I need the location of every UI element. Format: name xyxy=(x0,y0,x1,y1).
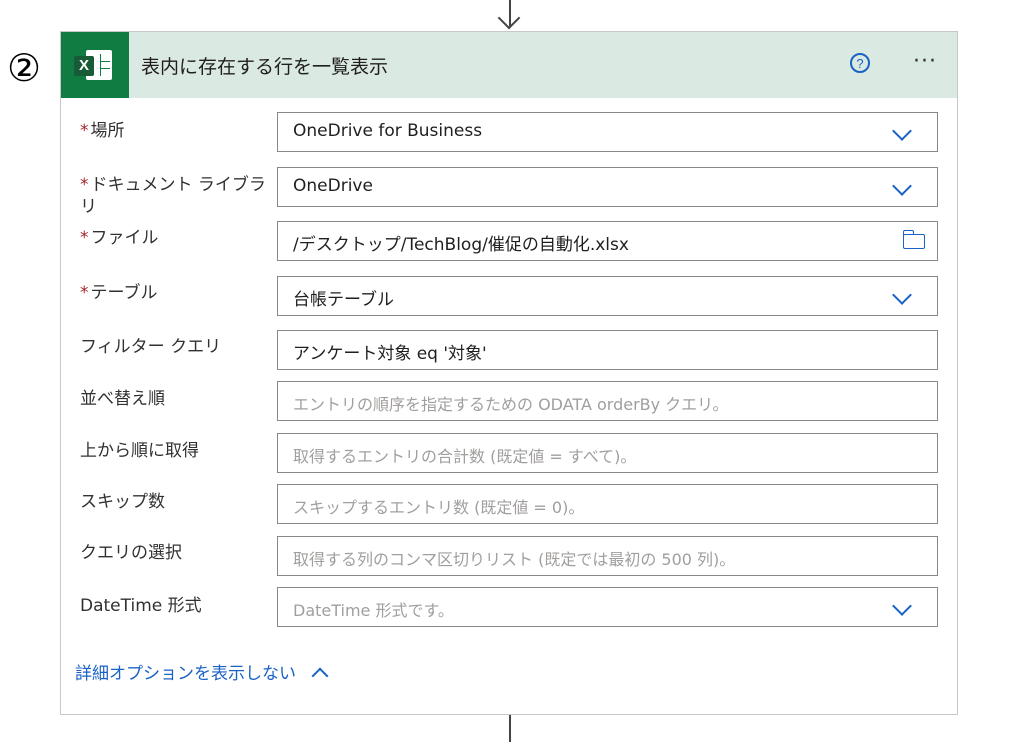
field-label-text: テーブル xyxy=(90,283,158,303)
field-label-text: 場所 xyxy=(90,121,125,141)
filter-query-input[interactable]: アンケート対象 eq '対象' xyxy=(277,330,938,370)
excel-icon: X xyxy=(61,32,129,98)
more-options-icon[interactable]: ··· xyxy=(909,51,941,76)
field-label-document-library: * ドキュメント ライブラリ xyxy=(80,174,270,218)
field-label-order-by: 並べ替え順 xyxy=(80,389,165,409)
field-label-top-count: 上から順に取得 xyxy=(80,441,199,461)
step-number: ② xyxy=(6,46,42,90)
field-label-filter-query: フィルター クエリ xyxy=(80,337,222,357)
chevron-down-icon[interactable] xyxy=(867,277,937,315)
field-placeholder: DateTime 形式です。 xyxy=(293,601,454,620)
chevron-down-icon[interactable] xyxy=(867,113,937,151)
field-label-file: * ファイル xyxy=(80,227,159,249)
help-icon[interactable]: ? xyxy=(850,53,870,73)
table-dropdown[interactable]: 台帳テーブル xyxy=(277,276,938,316)
chevron-down-icon[interactable] xyxy=(867,168,937,206)
field-label-select-query: クエリの選択 xyxy=(80,543,182,563)
order-by-input[interactable]: エントリの順序を指定するための ODATA orderBy クエリ。 xyxy=(277,381,938,421)
excel-x-badge: X xyxy=(74,56,94,76)
flow-connector-arrow xyxy=(497,0,521,30)
field-placeholder: 取得する列のコンマ区切りリスト (既定では最初の 500 列)。 xyxy=(293,550,736,569)
field-label-skip-count: スキップ数 xyxy=(80,492,165,512)
datetime-format-dropdown[interactable]: DateTime 形式です。 xyxy=(277,587,938,627)
arrow-down-icon xyxy=(497,6,521,30)
field-label-text: ファイル xyxy=(90,228,159,248)
required-marker: * xyxy=(80,121,89,141)
field-label-table: * テーブル xyxy=(80,282,157,304)
field-label-text: ドキュメント ライブラリ xyxy=(80,175,266,217)
advanced-link-label: 詳細オプションを表示しない xyxy=(75,664,296,684)
excel-grid-lines xyxy=(100,54,110,76)
field-placeholder: 取得するエントリの合計数 (既定値 = すべて)。 xyxy=(293,447,637,466)
chevron-up-icon xyxy=(311,667,329,685)
hide-advanced-options-link[interactable]: 詳細オプションを表示しない xyxy=(75,659,329,685)
flow-connector-line xyxy=(509,715,511,742)
field-value: OneDrive xyxy=(293,176,373,196)
field-label-location: * 場所 xyxy=(80,120,125,142)
field-value: /デスクトップ/TechBlog/催促の自動化.xlsx xyxy=(293,235,629,255)
location-dropdown[interactable]: OneDrive for Business xyxy=(277,112,938,152)
field-label-datetime-format: DateTime 形式 xyxy=(80,596,202,616)
card-header[interactable]: X 表内に存在する行を一覧表示 ? ··· xyxy=(61,32,957,98)
document-library-dropdown[interactable]: OneDrive xyxy=(277,167,938,207)
select-query-input[interactable]: 取得する列のコンマ区切りリスト (既定では最初の 500 列)。 xyxy=(277,536,938,576)
field-placeholder: エントリの順序を指定するための ODATA orderBy クエリ。 xyxy=(293,395,729,414)
field-value: OneDrive for Business xyxy=(293,121,483,141)
folder-icon[interactable] xyxy=(902,230,925,249)
skip-count-input[interactable]: スキップするエントリ数 (既定値 = 0)。 xyxy=(277,484,938,524)
chevron-down-icon[interactable] xyxy=(867,588,937,626)
field-value: 台帳テーブル xyxy=(293,290,394,310)
required-marker: * xyxy=(80,228,89,248)
field-placeholder: スキップするエントリ数 (既定値 = 0)。 xyxy=(293,498,585,517)
file-path-field[interactable]: /デスクトップ/TechBlog/催促の自動化.xlsx xyxy=(277,221,938,261)
required-marker: * xyxy=(80,283,89,303)
top-count-input[interactable]: 取得するエントリの合計数 (既定値 = すべて)。 xyxy=(277,433,938,473)
action-card: X 表内に存在する行を一覧表示 ? ··· * 場所 OneDrive for B… xyxy=(60,31,958,715)
card-title[interactable]: 表内に存在する行を一覧表示 xyxy=(141,52,388,79)
required-marker: * xyxy=(80,175,89,195)
field-value: アンケート対象 eq '対象' xyxy=(293,344,487,364)
